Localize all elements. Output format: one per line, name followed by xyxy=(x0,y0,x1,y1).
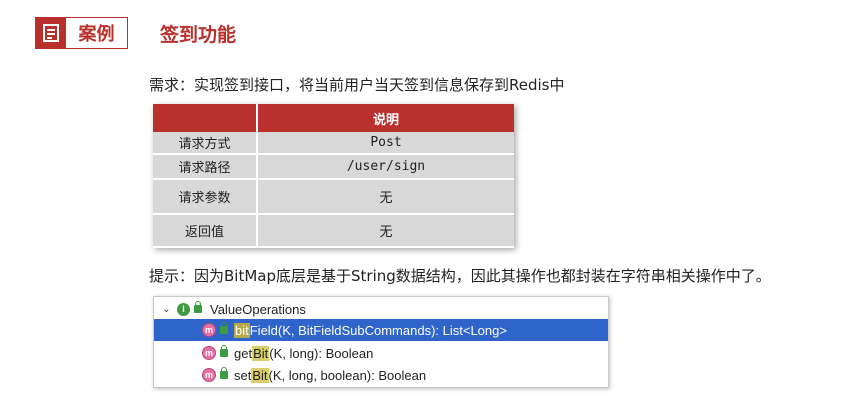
table-cell-value: 无 xyxy=(257,214,514,248)
match-highlight: bit xyxy=(234,322,250,338)
method-prefix: set xyxy=(234,367,252,383)
table-cell-key: 请求方式 xyxy=(153,132,258,155)
method-prefix: get xyxy=(234,345,253,361)
chevron-down-icon[interactable]: ⌄ xyxy=(162,304,171,315)
completion-item[interactable]: m setBit(K, long, boolean): Boolean xyxy=(154,364,608,386)
method-icon: m xyxy=(202,368,216,382)
lock-icon xyxy=(220,345,228,357)
tree-row-class[interactable]: ⌄ I ValueOperations xyxy=(154,298,608,320)
table-row: 请求路径 /user/sign xyxy=(153,154,514,180)
table-header-empty xyxy=(153,104,258,132)
table-cell-value: Post xyxy=(257,132,514,155)
table-cell-value: /user/sign xyxy=(257,154,514,180)
completion-item[interactable]: m getBit(K, long): Boolean xyxy=(154,342,608,364)
table-cell-key: 请求路径 xyxy=(153,154,258,180)
table-header-description: 说明 xyxy=(257,104,514,132)
class-name: ValueOperations xyxy=(210,301,306,317)
page-title: 签到功能 xyxy=(160,24,237,46)
lock-icon xyxy=(220,322,228,334)
case-label: 案例 xyxy=(78,24,115,45)
match-highlight: Bit xyxy=(252,345,270,361)
match-highlight: Bit xyxy=(251,367,269,383)
table-cell-key: 返回值 xyxy=(153,214,258,248)
table-cell-key: 请求参数 xyxy=(153,179,258,215)
completion-item[interactable]: m bitField(K, BitFieldSubCommands): List… xyxy=(154,319,608,341)
lock-icon xyxy=(220,367,228,379)
method-rest: (K, long): Boolean xyxy=(269,345,374,361)
method-icon: m xyxy=(202,323,216,337)
completion-popup: ⌄ I ValueOperations m bitField(K, BitFie… xyxy=(153,296,609,388)
document-icon xyxy=(36,18,66,48)
lock-icon xyxy=(194,301,202,313)
table-row: 请求方式 Post xyxy=(153,132,514,155)
hint-text: 提示：因为BitMap底层是基于String数据结构，因此其操作也都封装在字符串… xyxy=(149,267,771,285)
api-spec-table: 说明 请求方式 Post 请求路径 /user/sign 请求参数 无 返回值 … xyxy=(153,104,514,248)
method-icon: m xyxy=(202,346,216,360)
case-tag: 案例 xyxy=(35,17,128,49)
method-signature: bitField(K, BitFieldSubCommands): List<L… xyxy=(234,322,507,338)
table-row: 返回值 无 xyxy=(153,214,514,248)
method-signature: setBit(K, long, boolean): Boolean xyxy=(234,367,427,383)
table-cell-value: 无 xyxy=(257,179,514,215)
table-row: 请求参数 无 xyxy=(153,179,514,215)
method-rest: (K, long, boolean): Boolean xyxy=(268,367,427,383)
requirement-text: 需求：实现签到接口，将当前用户当天签到信息保存到Redis中 xyxy=(149,76,565,94)
method-rest: Field(K, BitFieldSubCommands): List<Long… xyxy=(249,322,507,338)
interface-icon: I xyxy=(177,302,190,316)
method-signature: getBit(K, long): Boolean xyxy=(234,345,374,361)
